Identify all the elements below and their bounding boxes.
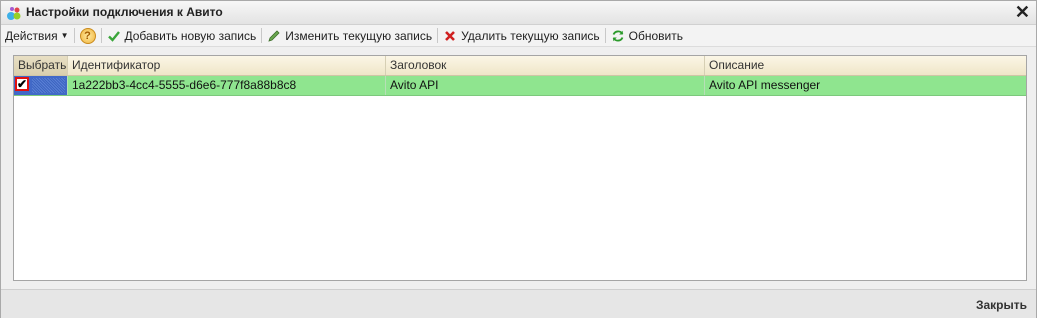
refresh-icon — [612, 30, 623, 41]
refresh-label: Обновить — [628, 28, 683, 43]
close-button[interactable]: Закрыть — [976, 298, 1027, 312]
title-bar: Настройки подключения к Авито ✕ — [1, 1, 1036, 25]
select-checkbox[interactable]: ✔ — [15, 77, 29, 91]
column-header-description[interactable]: Описание — [705, 56, 1024, 75]
app-logo-icon — [7, 7, 21, 20]
checkmark-icon — [107, 30, 120, 42]
column-header-title[interactable]: Заголовок — [386, 56, 705, 75]
toolbar-separator — [437, 28, 439, 43]
help-button[interactable]: ? — [76, 26, 100, 45]
edit-record-label: Изменить текущую запись — [285, 28, 433, 43]
footer-bar: Закрыть — [1, 289, 1036, 318]
toolbar-separator — [261, 28, 263, 43]
help-icon: ? — [79, 27, 96, 44]
actions-label: Действия — [5, 28, 58, 43]
toolbar-separator — [73, 28, 75, 43]
close-icon[interactable]: ✕ — [1015, 2, 1030, 22]
cell-title: Avito API — [386, 76, 705, 95]
cell-description: Avito API messenger — [709, 78, 821, 92]
add-record-button[interactable]: Добавить новую запись — [103, 26, 261, 45]
column-header-select[interactable]: Выбрать — [14, 56, 68, 75]
table-row[interactable]: ✔ 1a222bb3-4cc4-5555-d6e6-777f8a88b8c8 A… — [14, 76, 1026, 96]
dialog-window: Настройки подключения к Авито ✕ Действия… — [0, 0, 1037, 318]
add-record-label: Добавить новую запись — [124, 28, 257, 43]
cell-id: 1a222bb3-4cc4-5555-d6e6-777f8a88b8c8 — [68, 76, 386, 95]
toolbar-separator — [100, 28, 102, 43]
delete-record-label: Удалить текущую запись — [461, 28, 600, 43]
chevron-down-icon: ▼ — [60, 31, 69, 40]
select-cell[interactable]: ✔ — [14, 76, 68, 95]
toolbar: Действия ▼ ? Добавить новую запись Измен… — [1, 25, 1036, 47]
toolbar-separator — [604, 28, 606, 43]
refresh-button[interactable]: Обновить — [607, 26, 687, 45]
table-header: Выбрать Идентификатор Заголовок Описание — [14, 56, 1026, 76]
selection-highlight — [32, 78, 65, 93]
edit-record-button[interactable]: Изменить текущую запись — [263, 26, 436, 45]
records-table: Выбрать Идентификатор Заголовок Описание… — [13, 55, 1027, 281]
delete-x-icon — [445, 30, 456, 41]
column-header-id[interactable]: Идентификатор — [68, 56, 386, 75]
delete-record-button[interactable]: Удалить текущую запись — [439, 26, 604, 45]
actions-menu-button[interactable]: Действия ▼ — [1, 26, 73, 45]
window-title: Настройки подключения к Авито — [26, 5, 223, 19]
pencil-icon — [268, 29, 280, 42]
